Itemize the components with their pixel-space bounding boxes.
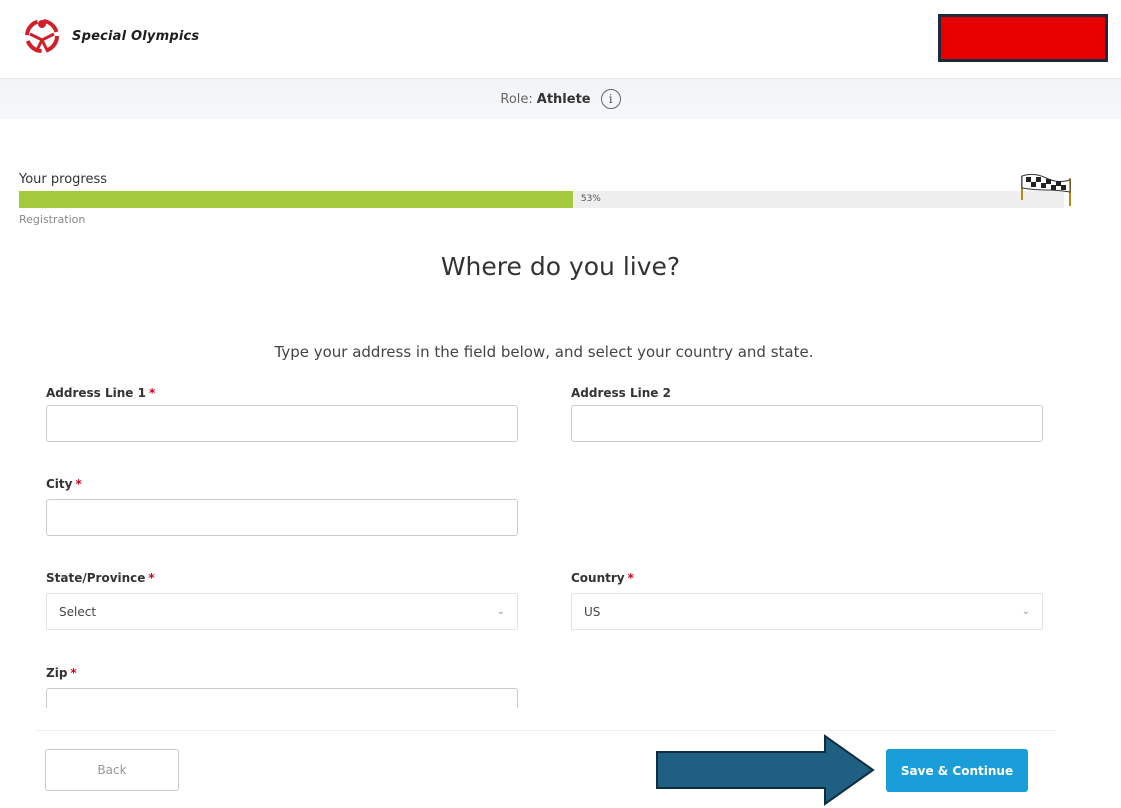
progress-step-label: Registration xyxy=(19,213,86,226)
footer-divider xyxy=(35,730,1055,731)
required-mark: * xyxy=(627,571,634,585)
state-select[interactable]: Select ⌄ xyxy=(46,593,518,630)
address-line-1-input[interactable] xyxy=(46,405,518,442)
back-button[interactable]: Back xyxy=(45,749,179,791)
city-label-text: City xyxy=(46,477,73,491)
required-mark: * xyxy=(148,386,156,400)
progress-bar: 53% xyxy=(19,191,1064,208)
special-olympics-logo-icon xyxy=(25,19,59,53)
info-icon[interactable]: i xyxy=(600,89,621,109)
address-line-2-input[interactable] xyxy=(571,405,1043,442)
state-label-text: State/Province xyxy=(46,571,146,585)
required-mark: * xyxy=(70,666,77,680)
address-line-1-label: Address Line 1 * xyxy=(46,386,155,400)
progress-bar-fill xyxy=(19,191,573,208)
annotation-arrow-icon xyxy=(656,734,875,806)
zip-label-text: Zip xyxy=(46,666,68,680)
special-olympics-logo[interactable]: Special Olympics xyxy=(20,14,199,58)
site-header: Special Olympics xyxy=(0,0,1121,78)
city-label: City * xyxy=(46,477,82,491)
country-select[interactable]: US ⌄ xyxy=(571,593,1043,630)
role-label: Role: xyxy=(500,91,533,107)
logo-text: Special Olympics xyxy=(72,28,200,44)
country-label-text: Country xyxy=(571,571,625,585)
role-bar: Role: Athlete i xyxy=(0,78,1121,119)
zip-label: Zip * xyxy=(46,666,77,680)
chevron-down-icon: ⌄ xyxy=(1021,606,1030,617)
address-line-2-label: Address Line 2 xyxy=(571,386,671,400)
zip-input[interactable] xyxy=(46,688,518,708)
country-select-value: US xyxy=(584,604,601,619)
country-label: Country * xyxy=(571,571,634,585)
save-and-continue-button[interactable]: Save & Continue xyxy=(886,749,1028,792)
city-input[interactable] xyxy=(46,499,518,536)
progress-label: Your progress xyxy=(19,172,108,187)
progress-percent: 53% xyxy=(580,194,601,204)
address-line-1-label-text: Address Line 1 xyxy=(46,386,146,400)
chevron-down-icon: ⌄ xyxy=(496,606,505,617)
state-select-value: Select xyxy=(59,604,97,619)
required-mark: * xyxy=(75,477,82,491)
state-label: State/Province * xyxy=(46,571,155,585)
checkered-flag-icon xyxy=(1021,173,1071,206)
page-subtitle: Type your address in the field below, an… xyxy=(274,343,814,361)
address-form: Address Line 1 * Address Line 2 City * Sta… xyxy=(0,370,1121,708)
redacted-account-area xyxy=(938,14,1108,62)
page-title: Where do you live? xyxy=(440,252,681,281)
address-line-2-label-text: Address Line 2 xyxy=(571,386,671,400)
role-value: Athlete xyxy=(536,91,591,107)
required-mark: * xyxy=(148,571,155,585)
